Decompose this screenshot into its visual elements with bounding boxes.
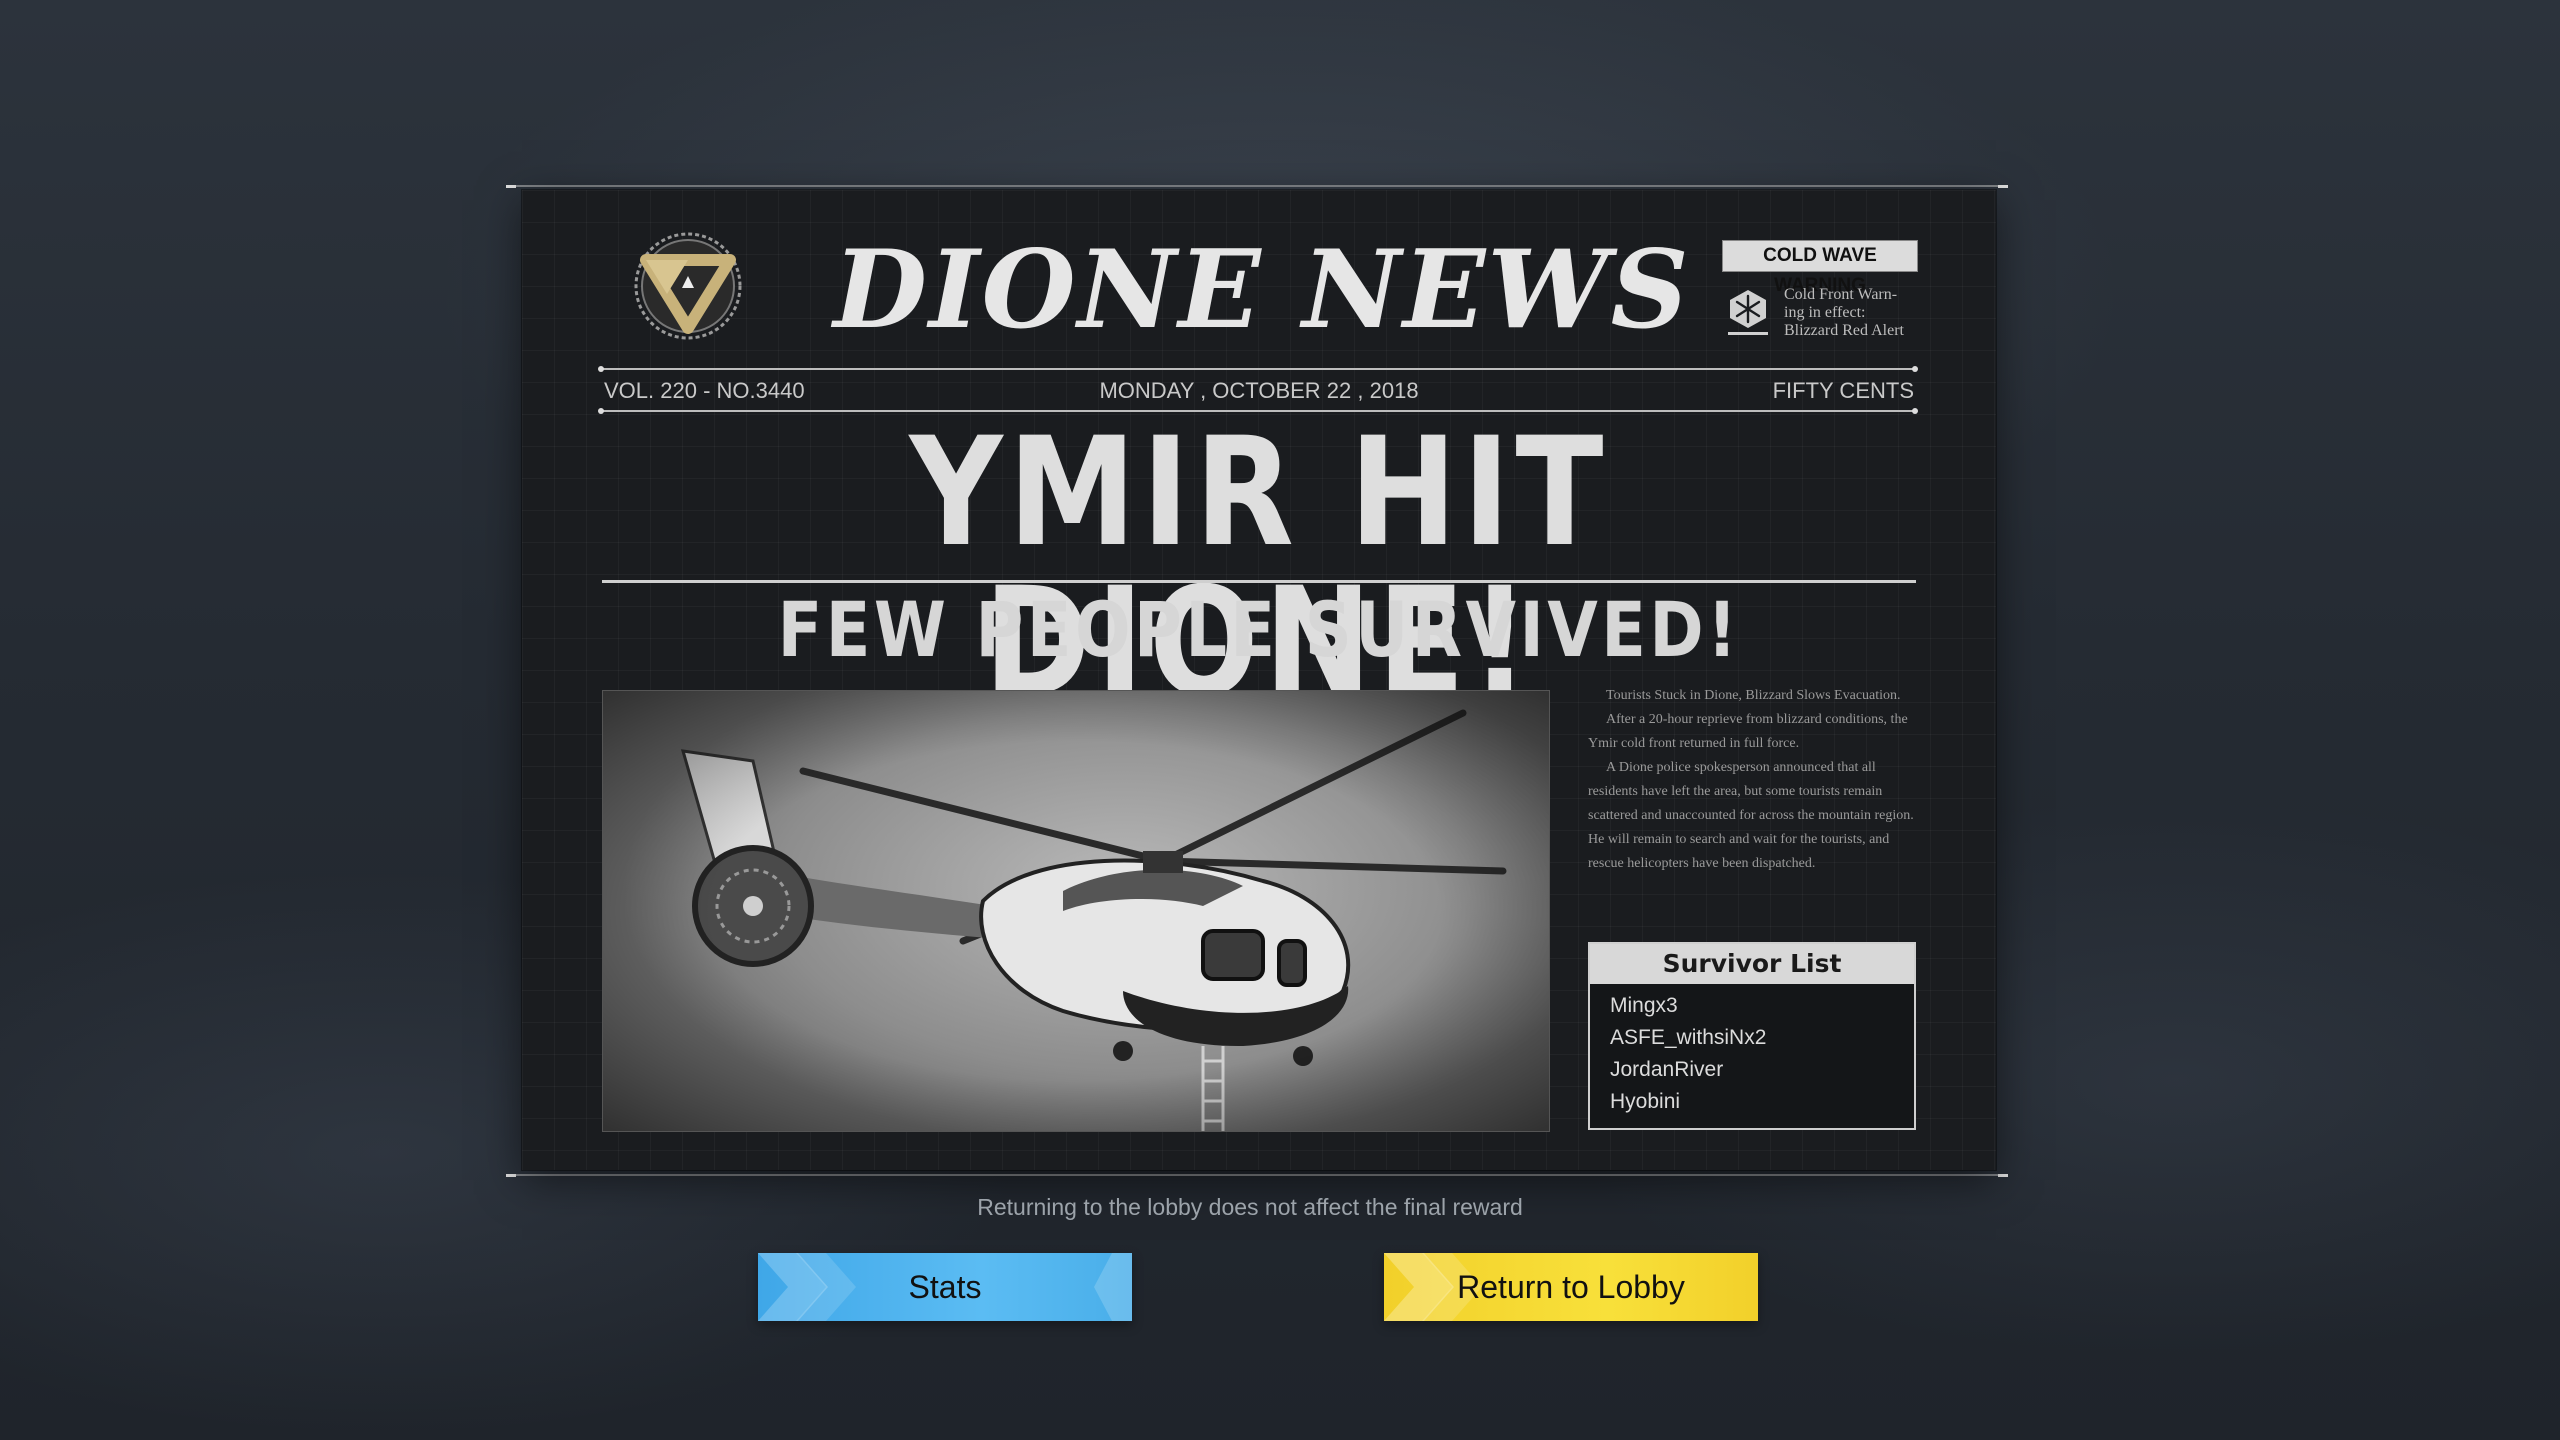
survivor-name: ASFE_withsiNx2 <box>1610 1026 1767 1049</box>
survivor-name: Mingx3 <box>1610 994 1678 1017</box>
rule-dot <box>598 366 604 372</box>
helicopter-photo <box>602 690 1550 1132</box>
survivor-name: Hyobini <box>1610 1090 1681 1113</box>
frame-top-line <box>506 185 2008 187</box>
return-to-lobby-button[interactable]: Return to Lobby <box>1384 1253 1758 1321</box>
survivor-list-title: Survivor List <box>1590 944 1914 984</box>
frame-tick <box>1998 185 2008 188</box>
triangle-emblem-icon <box>632 230 744 342</box>
article-text: Tourists Stuck in Dione, Blizzard Slows … <box>1588 684 1916 876</box>
warning-line: Blizzard Red Alert <box>1784 322 1904 339</box>
newspaper: DIONE NEWS COLD WAVE WARNING Cold Front … <box>522 190 1996 1170</box>
rule-dot <box>598 408 604 414</box>
warning-text: Cold Front Warn- ing in effect: Blizzard… <box>1784 286 1924 340</box>
issue-info-row: VOL. 220 - NO.3440 MONDAY , OCTOBER 22 ,… <box>604 376 1914 406</box>
return-to-lobby-label: Return to Lobby <box>1457 1269 1685 1305</box>
issue-date: MONDAY , OCTOBER 22 , 2018 <box>1099 378 1419 403</box>
frame-bottom-line <box>506 1174 2008 1176</box>
issue-price: FIFTY CENTS <box>1772 378 1914 403</box>
article-paragraph: Tourists Stuck in Dione, Blizzard Slows … <box>1606 688 1901 703</box>
warning-line: Cold Front Warn- <box>1784 286 1898 303</box>
results-screen: DIONE NEWS COLD WAVE WARNING Cold Front … <box>0 0 2560 1440</box>
masthead-title: DIONE NEWS <box>833 227 1691 353</box>
snowflake-warning-icon <box>1726 288 1770 338</box>
frame-tick <box>1998 1174 2008 1177</box>
subheadline: FEW PEOPLE SURVIVED! <box>777 585 1741 674</box>
stats-button-label: Stats <box>908 1269 982 1305</box>
rule-dot <box>1912 366 1918 372</box>
lobby-notice: Returning to the lobby does not affect t… <box>977 1194 1523 1220</box>
warning-line: ing in effect: <box>1784 304 1866 321</box>
article-paragraph: After a 20-hour reprieve from blizzard c… <box>1588 712 1908 751</box>
survivor-name: JordanRiver <box>1610 1058 1724 1081</box>
frame-tick <box>506 1174 516 1177</box>
rule-line <box>602 368 1916 370</box>
headline-rule <box>602 580 1916 583</box>
rule-dot <box>1912 408 1918 414</box>
cold-wave-warning-badge: COLD WAVE WARNING <box>1722 240 1918 296</box>
article-paragraph: A Dione police spokesperson announced th… <box>1588 760 1914 871</box>
stats-button[interactable]: Stats <box>758 1253 1132 1321</box>
frame-tick <box>506 185 516 188</box>
headline: YMIR HIT DIONE! <box>909 406 1609 730</box>
survivor-list-box: Survivor List Mingx3 ASFE_withsiNx2 Jord… <box>1588 942 1916 1130</box>
survivor-list: Mingx3 ASFE_withsiNx2 JordanRiver Hyobin… <box>1590 984 1914 1118</box>
